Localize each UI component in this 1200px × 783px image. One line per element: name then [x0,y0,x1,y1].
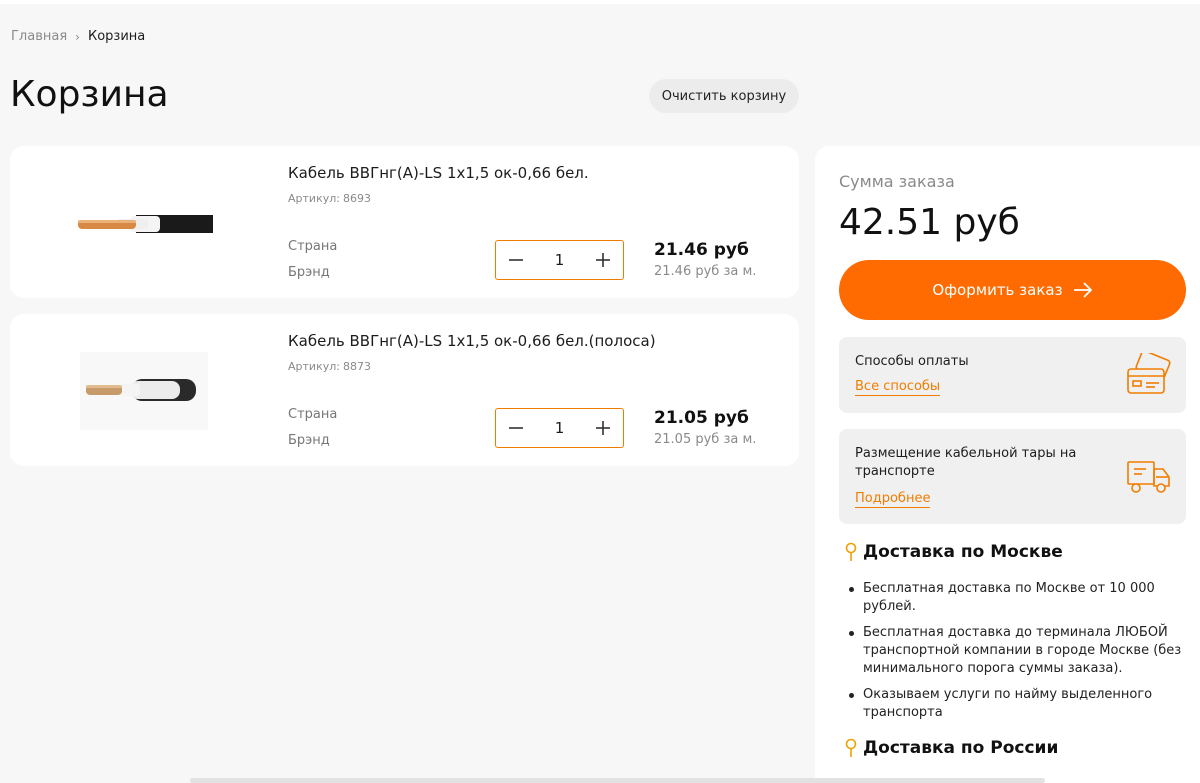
delivery-russia-title: Доставка по России [845,738,1058,758]
sku-label: Артикул: [288,360,340,373]
arrow-right-icon [1073,282,1092,298]
cable-product-image[interactable] [70,182,220,264]
item-name[interactable]: Кабель ВВГнг(А)-LS 1х1,5 ок-0,66 бел. [288,164,589,182]
location-pin-icon [845,738,857,757]
minus-icon[interactable] [496,409,536,447]
breadcrumb-current: Корзина [87,29,146,44]
list-item: Оказываем услуги по найму выделенного тр… [849,686,1183,722]
item-price: 21.05 руб [654,408,749,428]
item-unit-price: 21.05 руб за м. [654,432,757,447]
cable-product-image[interactable] [70,350,220,432]
order-sum-label: Сумма заказа [839,172,955,191]
delivery-russia-title-text: Доставка по России [863,738,1059,758]
item-brand-label: Брэнд [288,265,330,280]
sku-value: 8873 [342,360,371,373]
item-name[interactable]: Кабель ВВГнг(А)-LS 1х1,5 ок-0,66 бел.(по… [288,332,656,350]
delivery-moscow-title-text: Доставка по Москве [863,542,1063,562]
truck-icon [1127,461,1170,493]
sku-label: Артикул: [288,192,340,205]
quantity-stepper: 1 [495,240,624,280]
item-sku: Артикул: 8693 [288,192,371,205]
plus-icon[interactable] [583,409,623,447]
item-unit-price: 21.46 руб за м. [654,264,757,279]
location-pin-icon [845,542,857,561]
horizontal-scrollbar[interactable] [190,778,1045,783]
cart-item: Кабель ВВГнг(А)-LS 1х1,5 ок-0,66 бел. Ар… [10,146,799,298]
breadcrumb: Главная › Корзина [11,29,145,44]
sku-value: 8693 [342,192,371,205]
payment-methods-title: Способы оплаты [855,354,969,369]
item-country-label: Страна [288,239,338,254]
order-sum-total: 42.51 руб [839,202,1020,243]
delivery-moscow-title: Доставка по Москве [845,542,1063,562]
plus-icon[interactable] [583,241,623,279]
item-sku: Артикул: 8873 [288,360,371,373]
clear-cart-button[interactable]: Очистить корзину [649,79,799,113]
item-brand-label: Брэнд [288,433,330,448]
page-title: Корзина [10,74,169,115]
order-summary: Сумма заказа 42.51 руб Оформить заказ Сп… [815,146,1200,783]
credit-card-icon [1127,353,1171,394]
cable-drum-title: Размещение кабельной тары на транспорте [855,446,1077,479]
quantity-stepper: 1 [495,408,624,448]
payment-methods-box: Способы оплаты Все способы [839,337,1186,413]
item-price: 21.46 руб [654,240,749,260]
quantity-value[interactable]: 1 [555,251,565,269]
delivery-moscow-list: Бесплатная доставка по Москве от 10 000 … [849,580,1183,730]
list-item: Бесплатная доставка до терминала ЛЮБОЙ т… [849,625,1182,676]
minus-icon[interactable] [496,241,536,279]
all-payment-methods-link[interactable]: Все способы [855,379,941,396]
cable-drum-box: Размещение кабельной тары на транспорте … [839,429,1186,524]
quantity-value[interactable]: 1 [555,419,565,437]
checkout-button-label: Оформить заказ [932,281,1063,299]
chevron-right-icon: › [75,29,80,44]
breadcrumb-home-link[interactable]: Главная [11,29,67,44]
cart-item: Кабель ВВГнг(А)-LS 1х1,5 ок-0,66 бел.(по… [10,314,799,466]
list-item: Бесплатная доставка по Москве от 10 000 … [849,580,1183,616]
checkout-button[interactable]: Оформить заказ [839,260,1186,320]
item-country-label: Страна [288,407,338,422]
cable-drum-more-link[interactable]: Подробнее [855,491,931,508]
